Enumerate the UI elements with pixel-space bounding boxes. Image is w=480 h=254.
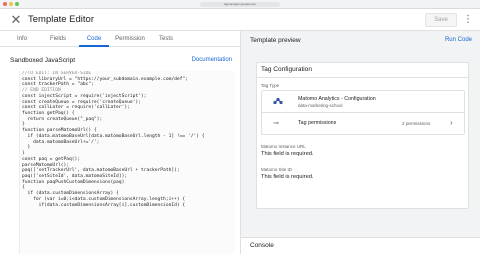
- code-line: if(data.customDimensionsArray[i].customD…: [22, 202, 186, 208]
- tab-code[interactable]: Code: [76, 31, 112, 47]
- window-minimize-dot[interactable]: [9, 2, 13, 6]
- tag-permissions-row[interactable]: ⊸ Tag permissions 2 permissions ›: [262, 113, 464, 135]
- page-title: Template Editor: [28, 14, 95, 25]
- tag-type-box: Matomo Analytics - Configuration data-ma…: [261, 90, 465, 135]
- documentation-link[interactable]: Documentation: [192, 57, 232, 63]
- more-vert-icon[interactable]: ⋮: [463, 13, 473, 27]
- code-panel: Sandboxed JavaScript Documentation //TO …: [0, 47, 240, 254]
- console-panel[interactable]: Console: [241, 237, 480, 254]
- tag-configuration-card: Tag Configuration Tag Type Matomo Analyt…: [256, 62, 469, 209]
- permissions-count: 2 permissions: [402, 121, 431, 126]
- field-error-site-id: This field is required.: [261, 174, 314, 180]
- field-label-instance-url: Matomo Instance URL: [261, 144, 306, 149]
- tag-type-row[interactable]: Matomo Analytics - Configuration data-ma…: [262, 91, 464, 113]
- save-button[interactable]: Save: [425, 13, 457, 27]
- code-line: if (data.matomoBaseUrl[data.matomoBaseUr…: [22, 133, 205, 139]
- code-editor[interactable]: //TO EDIT: IN SERVER-SIDE const libraryUr…: [19, 71, 235, 254]
- preview-panel: Template preview Run Code Tag Configurat…: [241, 31, 480, 254]
- field-label-site-id: Matomo Site ID: [261, 167, 293, 172]
- window-maximize-dot[interactable]: [15, 2, 19, 6]
- window-close-dot[interactable]: [3, 2, 7, 6]
- key-icon: ⊸: [273, 120, 279, 127]
- tab-tests[interactable]: Tests: [148, 31, 184, 46]
- browser-toolbar: tagmanager.google.com: [0, 0, 480, 9]
- tab-permission[interactable]: Permission: [112, 31, 148, 46]
- code-panel-heading: Sandboxed JavaScript: [10, 57, 76, 64]
- field-error-instance-url: This field is required.: [261, 151, 314, 157]
- close-icon[interactable]: ✕: [9, 13, 23, 27]
- chevron-right-icon[interactable]: ›: [450, 118, 453, 127]
- editor-tabs: Info Fields Code Permission Tests: [0, 31, 240, 47]
- tab-info[interactable]: Info: [4, 31, 40, 46]
- preview-title: Template preview: [250, 37, 301, 44]
- tab-fields[interactable]: Fields: [40, 31, 76, 46]
- tag-permissions-label: Tag permissions: [298, 120, 337, 126]
- card-title: Tag Configuration: [261, 66, 312, 73]
- address-bar[interactable]: tagmanager.google.com: [200, 2, 280, 7]
- console-title: Console: [250, 242, 274, 249]
- window-controls: [3, 2, 19, 6]
- app-header: ✕ Template Editor Save ⋮: [0, 9, 480, 31]
- tag-type-label: Tag Type: [261, 83, 280, 88]
- tag-type-name: Matomo Analytics - Configuration: [298, 96, 376, 102]
- matomo-logo-icon: [273, 97, 283, 105]
- card-divider: [257, 77, 468, 78]
- tag-type-vendor: data-marketing-school: [298, 103, 343, 108]
- run-code-button[interactable]: Run Code: [445, 37, 472, 43]
